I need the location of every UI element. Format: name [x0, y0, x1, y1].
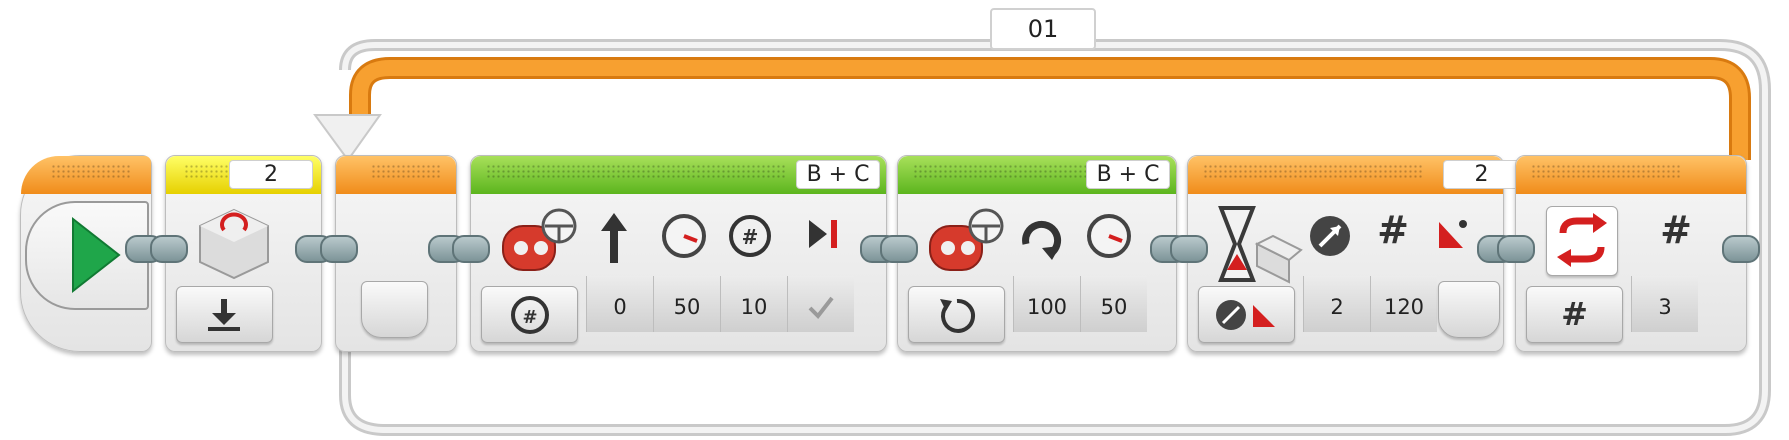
steering-arrow-icon [601, 213, 627, 263]
move-tank-1-input-connector [452, 235, 490, 263]
count-icon: # [1660, 208, 1692, 252]
loop-count-icon-box [1546, 206, 1618, 276]
play-icon [72, 216, 121, 294]
on-mode-icon [940, 298, 976, 333]
power-gauge-icon [1087, 214, 1131, 258]
loop-input-connector [320, 235, 358, 263]
loop-name-label[interactable]: 01 [990, 8, 1096, 50]
loop-start-header [336, 156, 456, 194]
power-gauge-icon [662, 214, 706, 258]
rotate-sensor-icon [1310, 216, 1350, 256]
wait-input-connector [1170, 235, 1208, 263]
move-tank-2-ports[interactable]: B + C [1086, 160, 1170, 189]
loop-end-input-connector [1497, 235, 1535, 263]
move-tank-1-brake-checkbox[interactable] [787, 276, 854, 332]
move-tank-2-mode-button[interactable] [908, 286, 1005, 343]
brick-icon [199, 208, 269, 280]
wait-mode-button[interactable] [1198, 286, 1295, 343]
brick-mode-button[interactable] [176, 286, 273, 343]
move-tank-motor-icon [502, 208, 577, 271]
move-tank-1-rotations[interactable]: 10 [720, 276, 787, 332]
loop-mode-button[interactable] [361, 281, 428, 338]
wait-header-value[interactable]: 2 [1443, 160, 1520, 189]
compare-mode-icon [1216, 300, 1275, 330]
move-tank-2-input-connector [880, 235, 918, 263]
download-icon [208, 299, 240, 331]
checkmark-icon [808, 296, 834, 320]
start-header [21, 156, 151, 194]
wait-threshold[interactable]: 120 [1370, 276, 1437, 332]
move-tank-block-2[interactable]: B + C 100 50 [897, 155, 1177, 352]
rotations-icon: # [729, 215, 771, 257]
move-tank-2-steering[interactable]: 100 [1013, 276, 1080, 332]
degrees-icon [1439, 220, 1467, 248]
move-tank-motor-icon [929, 208, 1004, 271]
number-icon: # [1377, 208, 1409, 252]
wait-port[interactable]: 2 [1303, 276, 1370, 332]
move-tank-block-1[interactable]: B + C # # 0 50 10 [470, 155, 887, 352]
loop-count-value[interactable]: 3 [1631, 276, 1698, 332]
move-tank-1-ports[interactable]: B + C [796, 160, 880, 189]
wait-hourglass-icon [1218, 206, 1303, 284]
loop-repeat-icon [1557, 213, 1607, 267]
brick-header-value[interactable]: 2 [229, 160, 313, 189]
svg-text:#: # [522, 307, 537, 328]
brake-at-end-icon [809, 220, 837, 248]
move-tank-1-mode-button[interactable]: # [481, 286, 578, 343]
loop-end-block[interactable]: # # 3 [1515, 155, 1747, 352]
loop-mode-count-button[interactable]: # [1526, 286, 1623, 343]
wait-output-dropdown[interactable] [1438, 281, 1500, 338]
brick-input-connector [150, 235, 188, 263]
rotations-mode-icon: # [511, 296, 549, 334]
svg-text:#: # [742, 225, 759, 249]
loop-end-header [1516, 156, 1746, 194]
turn-ratio-icon [1022, 220, 1062, 260]
wait-block[interactable]: 2 # 2 120 [1187, 155, 1520, 352]
move-tank-1-right-power[interactable]: 50 [653, 276, 720, 332]
move-tank-1-left-power[interactable]: 0 [586, 276, 653, 332]
move-tank-2-power[interactable]: 50 [1080, 276, 1147, 332]
loop-end-output-connector [1722, 235, 1760, 263]
